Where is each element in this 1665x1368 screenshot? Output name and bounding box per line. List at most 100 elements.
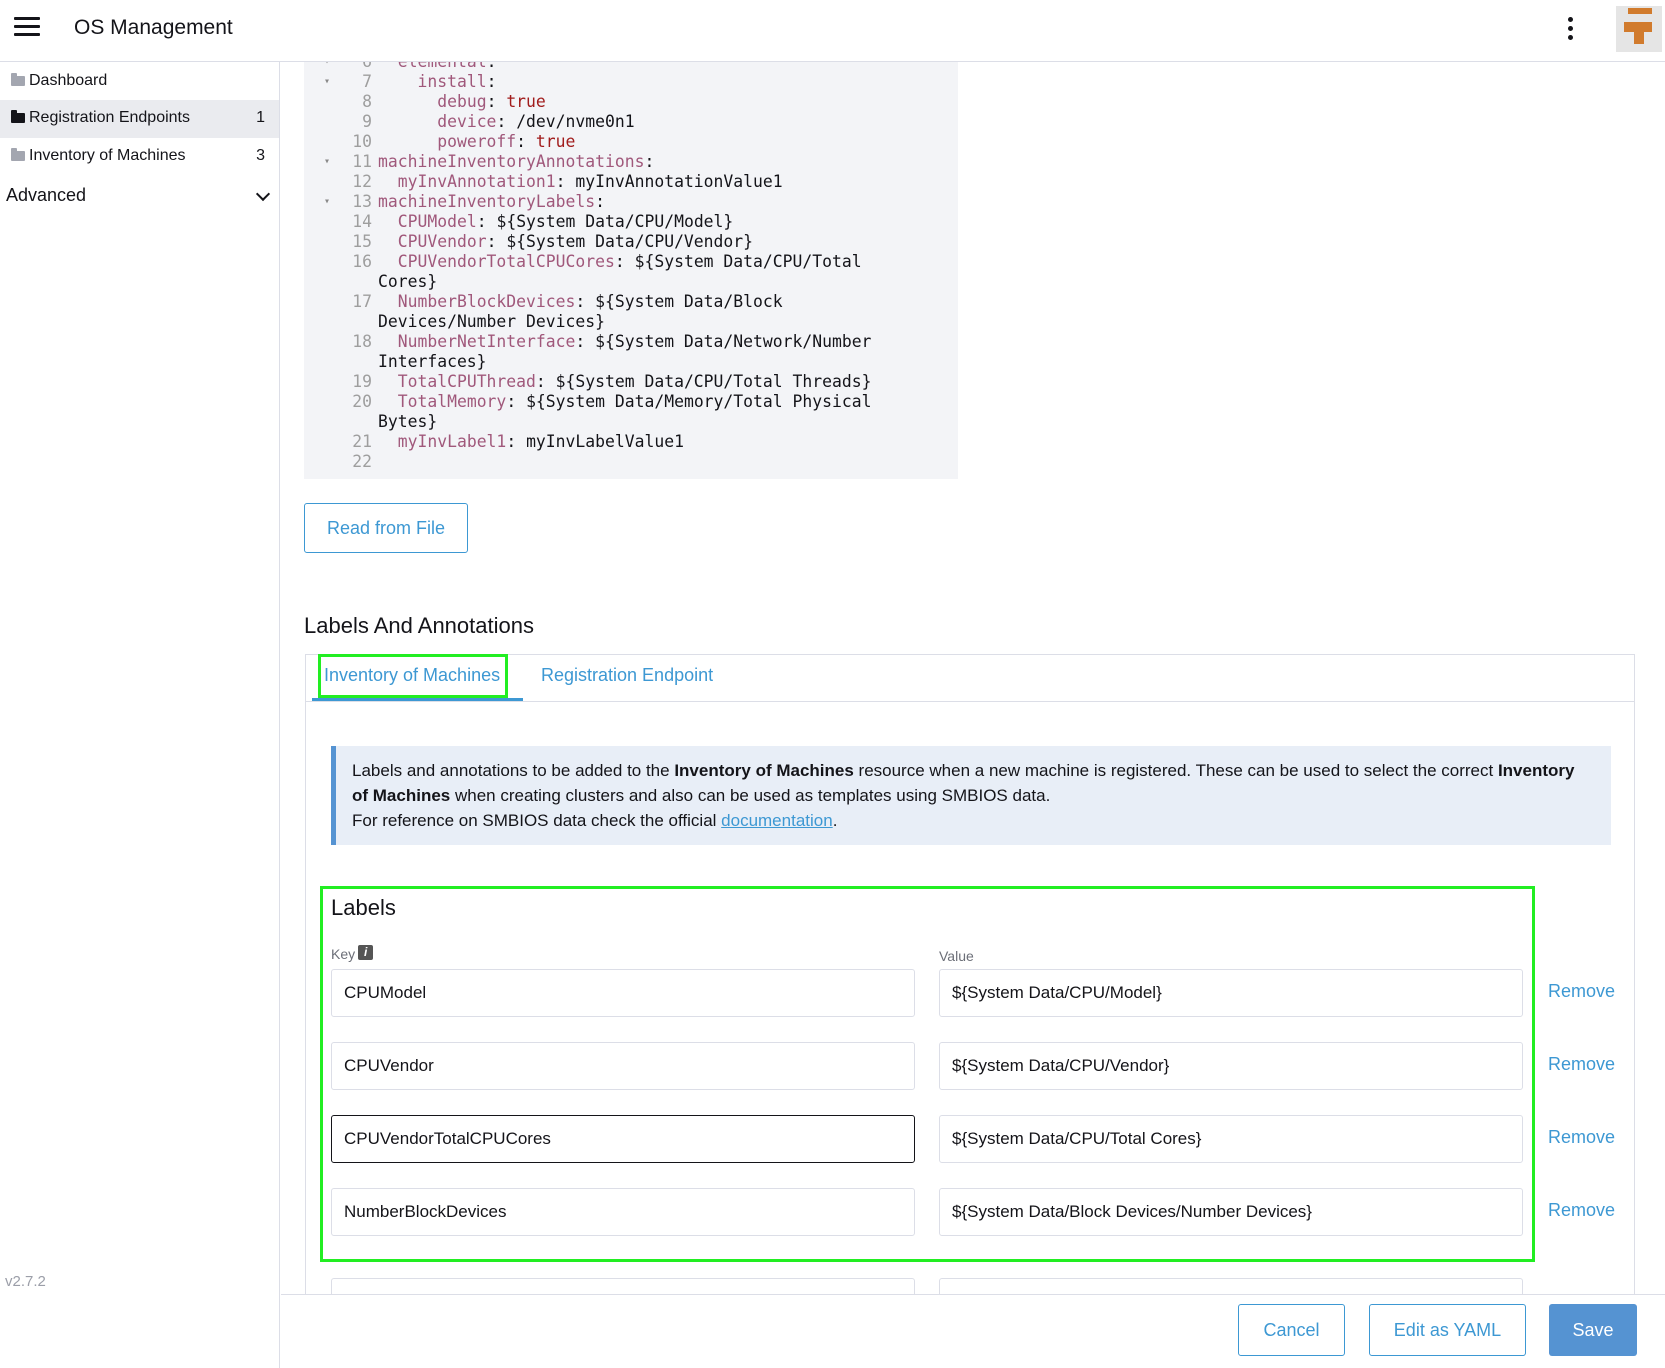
save-button[interactable]: Save: [1549, 1304, 1637, 1356]
code-text: Interfaces}: [378, 352, 487, 372]
value-column-header: Value: [939, 948, 974, 964]
sidebar-item-registration-endpoints[interactable]: Registration Endpoints 1: [0, 100, 279, 138]
label-value-input[interactable]: ${System Data/Block Devices/Number Devic…: [939, 1188, 1523, 1236]
yaml-value: myInvLabelValue1: [526, 432, 684, 451]
yaml-key: poweroff: [437, 132, 517, 151]
active-tab-indicator: [312, 698, 523, 701]
yaml-value: Interfaces}: [378, 352, 487, 371]
line-number: 13: [352, 192, 372, 211]
code-text: Bytes}: [378, 412, 437, 432]
line-number: 9: [362, 112, 372, 131]
edit-as-yaml-button[interactable]: Edit as YAML: [1369, 1304, 1526, 1356]
sidebar-item-inventory-of-machines[interactable]: Inventory of Machines 3: [0, 138, 279, 176]
yaml-value: ${System Data/Network/Number: [595, 332, 872, 351]
yaml-value: true: [535, 132, 576, 151]
label-key-input[interactable]: NumberBlockDevices: [331, 1188, 915, 1236]
folder-icon: [11, 110, 25, 123]
code-text: NumberNetInterface: ${System Data/Networ…: [397, 332, 872, 351]
sidebar-item-label: Registration Endpoints: [29, 109, 190, 126]
sidebar-advanced-group[interactable]: Advanced: [6, 185, 274, 215]
yaml-key: machineInventoryAnnotations: [378, 152, 645, 171]
yaml-key: CPUVendorTotalCPUCores: [397, 252, 615, 271]
line-number: 18: [352, 332, 372, 351]
labels-title: Labels: [331, 895, 396, 920]
advanced-label: Advanced: [6, 185, 87, 205]
yaml-value: ${System Data/Memory/Total Physical: [526, 392, 872, 411]
yaml-editor[interactable]: ▾6 elemental:▾7 install:8 debug: true9 d…: [304, 62, 958, 479]
code-text: debug: true: [437, 92, 546, 111]
folder-icon: [11, 148, 25, 161]
code-text: elemental:: [378, 62, 497, 72]
yaml-value: true: [506, 92, 546, 111]
line-number: 12: [352, 172, 372, 191]
line-number: 7: [362, 72, 372, 91]
yaml-key: myInvLabel1: [397, 432, 507, 451]
sidebar-item-count: 3: [256, 147, 265, 164]
line-number: 20: [352, 392, 372, 411]
menu-icon[interactable]: [14, 17, 40, 41]
code-text: CPUModel: ${System Data/CPU/Model}: [397, 212, 734, 231]
yaml-key: CPUVendor: [397, 232, 487, 251]
yaml-key: CPUModel: [397, 212, 477, 231]
info-icon[interactable]: i: [358, 945, 374, 960]
code-text: machineInventoryLabels:: [378, 192, 605, 211]
line-number: 19: [352, 372, 372, 391]
yaml-value: Bytes}: [378, 412, 438, 431]
info-text: Labels and annotations to be added to th…: [352, 761, 675, 780]
line-number: 22: [352, 452, 372, 471]
sidebar-item-label: Dashboard: [29, 72, 108, 89]
cancel-button[interactable]: Cancel: [1238, 1304, 1345, 1356]
line-number: 8: [362, 92, 372, 111]
sidebar-item-dashboard[interactable]: Dashboard: [0, 63, 279, 101]
more-options-icon[interactable]: [1560, 14, 1580, 44]
yaml-value: ${System Data/CPU/Total: [634, 252, 862, 271]
info-bold: Inventory of Machines: [674, 761, 854, 780]
key-column-header: Key i: [331, 945, 374, 962]
yaml-key: TotalMemory: [397, 392, 507, 411]
code-text: myInvAnnotation1: myInvAnnotationValue1: [397, 172, 783, 191]
yaml-value: Cores}: [378, 272, 438, 291]
code-text: TotalCPUThread: ${System Data/CPU/Total …: [397, 372, 872, 391]
code-text: machineInventoryAnnotations:: [378, 152, 655, 171]
user-avatar[interactable]: [1616, 6, 1662, 52]
sidebar-item-label: Inventory of Machines: [29, 147, 186, 164]
yaml-key: debug: [437, 92, 487, 111]
line-number: 16: [352, 252, 372, 271]
line-number: 6: [332, 62, 372, 72]
info-text: when creating clusters and also can be u…: [450, 786, 1051, 805]
line-number: 21: [352, 432, 372, 451]
label-key-input[interactable]: CPUModel: [331, 969, 915, 1017]
tab-inventory-of-machines[interactable]: Inventory of Machines: [324, 665, 500, 686]
sidebar: Dashboard Registration Endpoints 1 Inven…: [0, 62, 280, 1368]
code-text: TotalMemory: ${System Data/Memory/Total …: [397, 392, 872, 411]
remove-label-button[interactable]: Remove: [1548, 1054, 1615, 1075]
label-key-input[interactable]: CPUVendor: [331, 1042, 915, 1090]
code-text: install:: [417, 72, 497, 91]
label-value-input[interactable]: ${System Data/CPU/Model}: [939, 969, 1523, 1017]
code-text: myInvLabel1: myInvLabelValue1: [397, 432, 684, 451]
remove-label-button[interactable]: Remove: [1548, 1127, 1615, 1148]
label-value-input[interactable]: ${System Data/CPU/Vendor}: [939, 1042, 1523, 1090]
yaml-key: myInvAnnotation1: [397, 172, 556, 191]
tabs-bar: [305, 654, 1635, 702]
documentation-link[interactable]: documentation: [721, 811, 833, 830]
yaml-value: /dev/nvme0n1: [516, 112, 635, 131]
read-from-file-button[interactable]: Read from File: [304, 503, 468, 553]
line-number: 17: [352, 292, 372, 311]
top-header: OS Management: [0, 0, 1665, 62]
code-text: CPUVendor: ${System Data/CPU/Vendor}: [397, 232, 754, 251]
tab-registration-endpoint[interactable]: Registration Endpoint: [541, 665, 713, 686]
label-value-input[interactable]: ${System Data/CPU/Total Cores}: [939, 1115, 1523, 1163]
section-title: Labels And Annotations: [304, 613, 534, 638]
line-number: 15: [352, 232, 372, 251]
yaml-key: TotalCPUThread: [397, 372, 536, 391]
remove-label-button[interactable]: Remove: [1548, 981, 1615, 1002]
yaml-value: Devices/Number Devices}: [378, 312, 605, 331]
yaml-value: ${System Data/CPU/Model}: [496, 212, 734, 231]
label-key-input[interactable]: CPUVendorTotalCPUCores: [331, 1115, 915, 1163]
info-banner: Labels and annotations to be added to th…: [331, 746, 1611, 845]
key-header-label: Key: [331, 946, 356, 962]
code-text: NumberBlockDevices: ${System Data/Block: [397, 292, 783, 311]
yaml-key: machineInventoryLabels: [378, 192, 596, 211]
remove-label-button[interactable]: Remove: [1548, 1200, 1615, 1221]
